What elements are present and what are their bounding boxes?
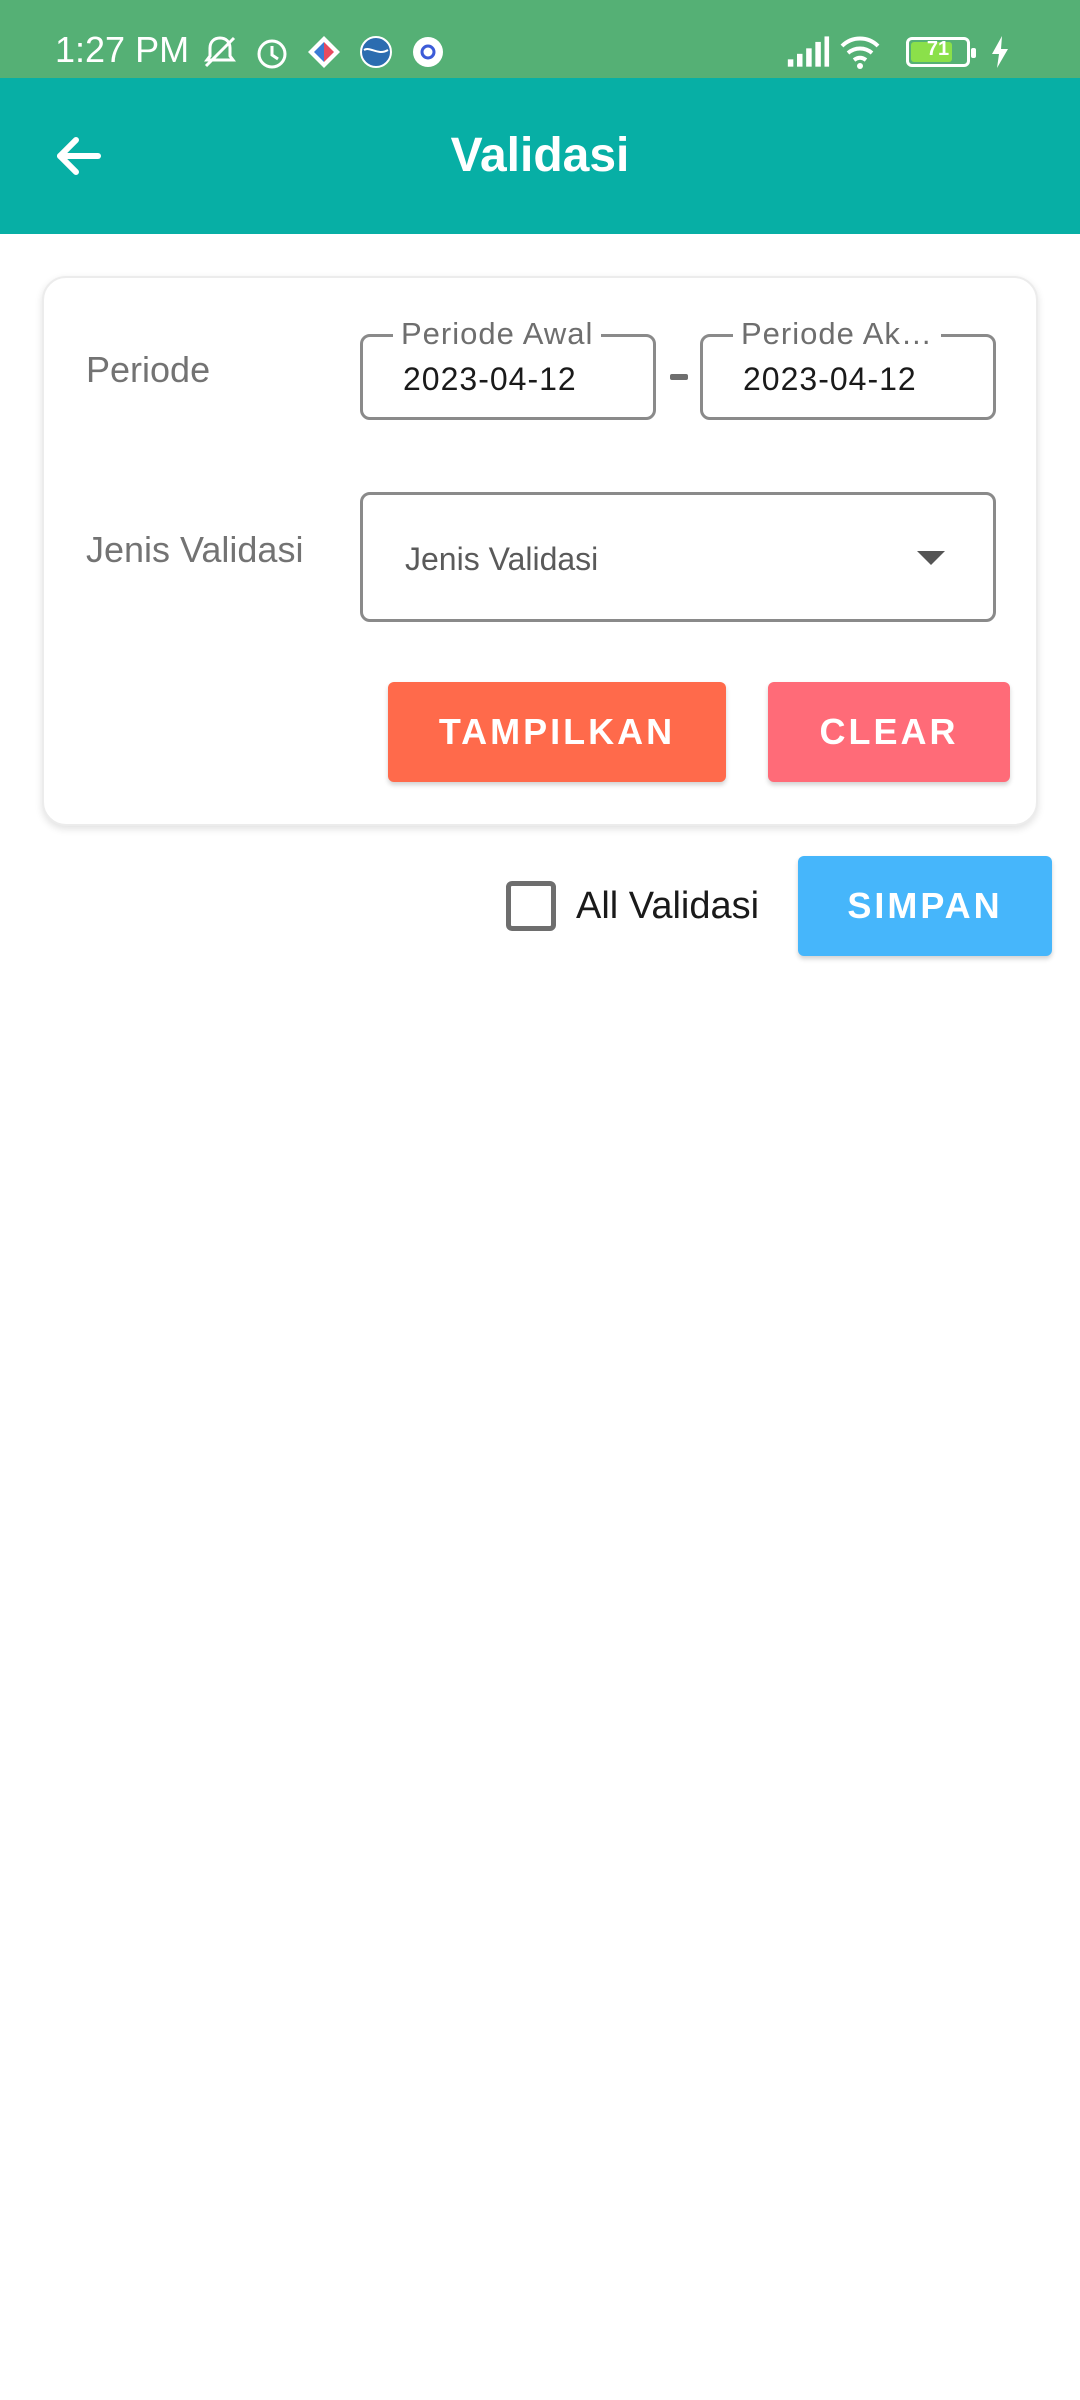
jenis-validasi-dropdown[interactable]: Jenis Validasi: [360, 492, 996, 622]
alarm-icon: [250, 30, 294, 74]
periode-awal-label: Periode Awal: [393, 315, 602, 353]
periode-awal-field[interactable]: Periode Awal 2023-04-12: [360, 315, 656, 420]
all-validasi-row[interactable]: All Validasi: [506, 878, 759, 934]
tampilkan-button[interactable]: TAMPILKAN: [388, 682, 726, 782]
notifications-muted-icon: [198, 30, 242, 74]
all-validasi-checkbox[interactable]: [506, 881, 556, 931]
date-range-separator: [670, 374, 688, 380]
app-bar: Validasi: [0, 78, 1080, 234]
status-bar: 1:27 PM 71: [0, 0, 1080, 78]
jenis-validasi-label: Jenis Validasi: [86, 529, 304, 570]
periode-akhir-field[interactable]: Periode Ak… 2023-04-12: [700, 315, 996, 420]
settings-app-icon: [406, 30, 450, 74]
battery-icon: 71: [906, 37, 976, 67]
wifi-icon: [838, 30, 882, 74]
status-icons-right: 71: [786, 30, 1030, 74]
clear-button[interactable]: CLEAR: [768, 682, 1010, 782]
periode-label: Periode: [86, 349, 211, 390]
filter-card: Periode Periode Awal 2023-04-12 Periode …: [42, 276, 1038, 826]
signal-icon: [786, 30, 830, 74]
all-validasi-label: All Validasi: [576, 885, 760, 927]
periode-awal-value: 2023-04-12: [403, 361, 577, 397]
dropdown-arrow-icon: [917, 551, 945, 565]
battery-tip: [971, 48, 976, 58]
page-title: Validasi: [450, 129, 630, 182]
jenis-validasi-placeholder: Jenis Validasi: [405, 541, 599, 577]
charging-icon: [978, 30, 1022, 74]
globe-app-icon: [354, 30, 398, 74]
battery-level: 71: [926, 38, 950, 60]
periode-akhir-value: 2023-04-12: [743, 361, 917, 397]
app-diamond-icon: [302, 30, 346, 74]
status-icons-left: [198, 30, 458, 74]
simpan-button[interactable]: SIMPAN: [798, 856, 1052, 956]
periode-akhir-label: Periode Ak…: [733, 315, 941, 353]
status-time: 1:27 PM: [55, 29, 190, 70]
